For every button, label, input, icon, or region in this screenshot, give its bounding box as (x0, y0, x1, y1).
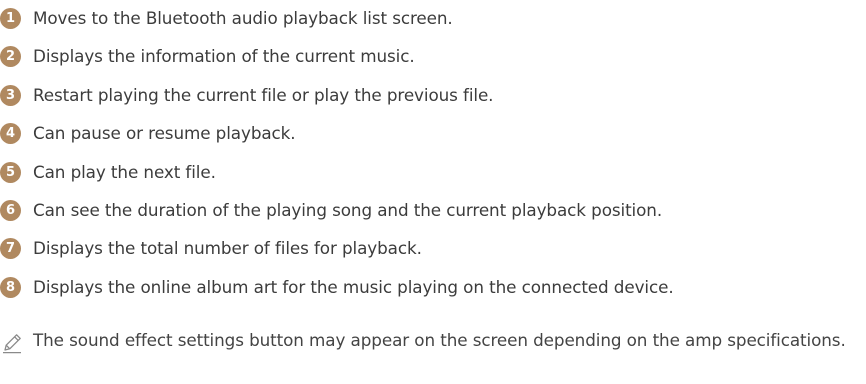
number-badge-5: 5 (0, 161, 21, 183)
list-item-7: 7 Displays the total number of files for… (0, 236, 422, 260)
pencil-icon (1, 332, 23, 354)
item-text-3: Restart playing the current file or play… (33, 85, 494, 105)
item-text-6: Can see the duration of the playing song… (33, 200, 663, 220)
list-item-6: 6 Can see the duration of the playing so… (0, 198, 662, 222)
number-badge-7: 7 (0, 237, 21, 259)
list-item-1: 1 Moves to the Bluetooth audio playback … (0, 6, 453, 30)
item-text-7: Displays the total number of files for p… (33, 238, 422, 258)
list-item-4: 4 Can pause or resume playback. (0, 121, 296, 145)
number-badge-1: 1 (0, 7, 21, 29)
item-text-5: Can play the next file. (33, 162, 216, 182)
list-item-2: 2 Displays the information of the curren… (0, 44, 415, 68)
number-badge-3: 3 (0, 84, 21, 106)
number-badge-4: 4 (0, 122, 21, 144)
list-item-5: 5 Can play the next file. (0, 160, 216, 184)
item-text-4: Can pause or resume playback. (33, 123, 296, 143)
note-text: The sound effect settings button may app… (33, 330, 846, 350)
instruction-document: 1 Moves to the Bluetooth audio playback … (0, 0, 866, 384)
number-badge-8: 8 (0, 276, 21, 298)
item-text-8: Displays the online album art for the mu… (33, 277, 674, 297)
number-badge-2: 2 (0, 45, 21, 67)
list-item-8: 8 Displays the online album art for the … (0, 275, 674, 299)
item-text-1: Moves to the Bluetooth audio playback li… (33, 8, 453, 28)
list-item-3: 3 Restart playing the current file or pl… (0, 83, 494, 107)
number-badge-6: 6 (0, 199, 21, 221)
item-text-2: Displays the information of the current … (33, 46, 415, 66)
